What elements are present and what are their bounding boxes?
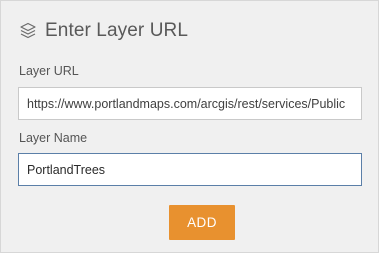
enter-layer-url-panel: Enter Layer URL Layer URL Layer Name ADD bbox=[0, 0, 379, 253]
layers-icon bbox=[18, 21, 38, 41]
panel-title: Enter Layer URL bbox=[45, 20, 189, 41]
add-button[interactable]: ADD bbox=[169, 205, 235, 240]
layer-url-input[interactable] bbox=[18, 87, 362, 120]
panel-header: Enter Layer URL bbox=[18, 17, 188, 45]
layer-name-label: Layer Name bbox=[19, 131, 88, 145]
layer-name-input[interactable] bbox=[18, 153, 362, 186]
layer-url-label: Layer URL bbox=[19, 64, 79, 78]
